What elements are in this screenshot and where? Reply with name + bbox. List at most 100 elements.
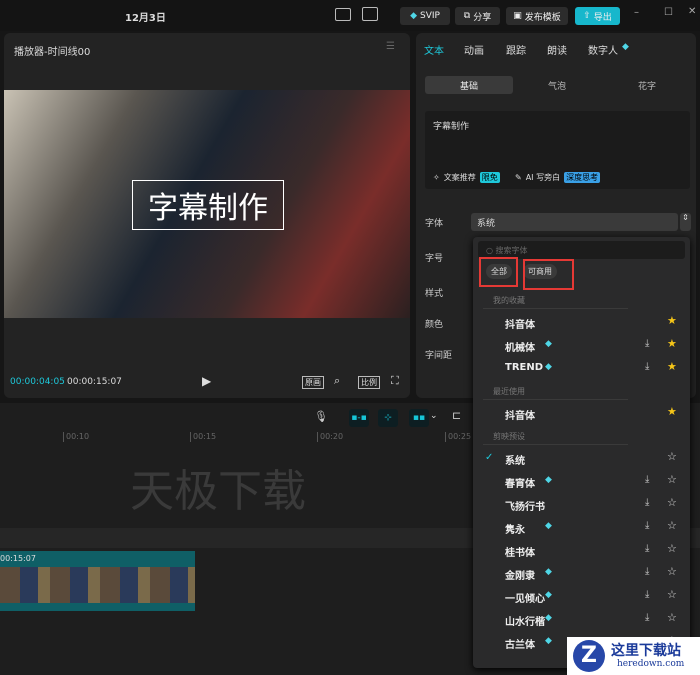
clip-duration: 00:15:07	[0, 554, 36, 563]
download-icon[interactable]: ⤓	[645, 520, 649, 531]
tick-label: 00:15	[190, 432, 216, 442]
share-button[interactable]: ⧉ 分享	[455, 7, 500, 25]
font-item[interactable]: 山水行楷 ◆ ⤓ ☆	[473, 610, 690, 630]
star-icon[interactable]: ☆	[667, 565, 677, 578]
video-preview[interactable]: 字幕制作	[4, 90, 410, 318]
export-button[interactable]: ⇧ 导出	[575, 7, 620, 25]
font-name: 古兰体	[505, 640, 535, 651]
title-bar: 12月3日 ◆ SVIP ⧉ 分享 ▣ 发布模板 ⇧ 导出 – ☐ ✕	[0, 0, 700, 31]
font-stepper-icon[interactable]: ⇕	[680, 213, 691, 231]
link-main-track-icon[interactable]: ▪-▪	[349, 409, 369, 427]
size-label: 字号	[425, 254, 444, 264]
ai-write-button[interactable]: ✎ AI 写旁白 深度思考	[515, 172, 601, 183]
tab-read-aloud[interactable]: 朗读	[547, 42, 567, 57]
video-clip[interactable]: 00:15:07	[0, 551, 195, 611]
star-filled-icon[interactable]: ★	[667, 405, 677, 418]
section-header[interactable]: 剪映预设	[493, 431, 525, 442]
subtab-basic[interactable]: 基础	[425, 76, 513, 94]
play-icon[interactable]: ▶	[202, 374, 211, 388]
download-icon[interactable]: ⤓	[645, 361, 649, 372]
ratio-button[interactable]: 比例	[358, 376, 380, 389]
pen-icon: ✎	[515, 173, 522, 182]
highlight-box	[479, 257, 518, 287]
text-input[interactable]: 字幕制作 ✧ 文案推荐 限免 ✎ AI 写旁白 深度思考	[425, 111, 690, 189]
download-icon[interactable]: ⤓	[645, 474, 649, 485]
section-header[interactable]: 最近使用	[493, 386, 525, 397]
star-filled-icon[interactable]: ★	[667, 314, 677, 327]
subtab-fancy-text[interactable]: 花字	[603, 76, 691, 94]
font-item[interactable]: 桂书体 ⤓ ☆	[473, 541, 690, 561]
chevron-down-icon[interactable]: ⌄	[430, 411, 438, 421]
font-item[interactable]: TREND ◆ ⤓ ★	[473, 359, 690, 379]
font-item[interactable]: 一见倾心 ◆ ⤓ ☆	[473, 587, 690, 607]
star-icon[interactable]: ☆	[667, 588, 677, 601]
font-select[interactable]: 系统	[471, 213, 678, 231]
font-name: 飞扬行书	[505, 502, 545, 513]
close-button[interactable]: ✕	[688, 6, 696, 17]
fullscreen-icon[interactable]: ⛶	[391, 374, 399, 388]
font-name: TREND	[505, 362, 544, 373]
copy-suggest-button[interactable]: ✧ 文案推荐 限免	[433, 172, 500, 183]
subtitle-layout-icon[interactable]	[335, 8, 351, 21]
export-icon: ⇧	[583, 11, 591, 21]
maximize-button[interactable]: ☐	[664, 7, 673, 18]
magnet-icon[interactable]: ⊹	[378, 409, 398, 427]
tab-digital-human[interactable]: 数字人	[588, 42, 618, 57]
logo-url: heredown.com	[617, 659, 685, 669]
link-icon[interactable]: ▪▪	[409, 409, 429, 427]
star-icon[interactable]: ☆	[667, 450, 677, 463]
download-icon[interactable]: ⤓	[645, 543, 649, 554]
star-filled-icon[interactable]: ★	[667, 337, 677, 350]
download-icon[interactable]: ⤓	[645, 497, 649, 508]
font-item[interactable]: ✓ 系统 ☆	[473, 449, 690, 469]
tab-tracking[interactable]: 跟踪	[506, 42, 526, 57]
font-item[interactable]: 机械体 ◆ ⤓ ★	[473, 336, 690, 356]
font-item[interactable]: 飞扬行书 ⤓ ☆	[473, 495, 690, 515]
highlight-box	[523, 259, 574, 290]
divider	[483, 308, 628, 309]
subtab-bubble[interactable]: 气泡	[513, 76, 601, 94]
star-filled-icon[interactable]: ★	[667, 360, 677, 373]
zoom-fit-icon[interactable]: ⌕	[334, 374, 340, 388]
publish-template-button[interactable]: ▣ 发布模板	[506, 7, 568, 25]
star-icon[interactable]: ☆	[667, 611, 677, 624]
font-item[interactable]: 抖音体 ★	[473, 313, 690, 333]
download-icon[interactable]: ⤓	[645, 612, 649, 623]
color-label: 颜色	[425, 320, 444, 330]
font-label: 字体	[425, 219, 444, 229]
diamond-icon: ◆	[545, 475, 552, 485]
download-icon[interactable]: ⤓	[645, 566, 649, 577]
font-item[interactable]: 春宵体 ◆ ⤓ ☆	[473, 472, 690, 492]
subtitle-text-box[interactable]: 字幕制作	[132, 180, 284, 230]
clip-thumbnails	[0, 567, 195, 603]
font-name: 抖音体	[505, 411, 535, 422]
tab-text[interactable]: 文本	[424, 42, 444, 57]
diamond-icon: ◆	[545, 636, 552, 646]
svip-button[interactable]: ◆ SVIP	[400, 7, 450, 25]
current-time: 00:00:04:05	[10, 377, 65, 387]
section-header[interactable]: 我的收藏	[493, 295, 525, 306]
diamond-icon: ◆	[545, 521, 552, 531]
original-quality-button[interactable]: 原画	[302, 376, 324, 389]
tick-label: 00:20	[317, 432, 343, 442]
split-preview-icon[interactable]: ⊏	[452, 409, 461, 422]
star-icon[interactable]: ☆	[667, 542, 677, 555]
download-icon[interactable]: ⤓	[645, 338, 649, 349]
tab-animation[interactable]: 动画	[464, 42, 484, 57]
download-icon[interactable]: ⤓	[645, 589, 649, 600]
spacing-label: 字间距	[425, 351, 453, 361]
font-item[interactable]: 隽永 ◆ ⤓ ☆	[473, 518, 690, 538]
check-icon: ✓	[485, 452, 494, 463]
layout-icon[interactable]	[362, 7, 378, 21]
font-item[interactable]: 金刚隶 ◆ ⤓ ☆	[473, 564, 690, 584]
star-icon[interactable]: ☆	[667, 496, 677, 509]
deep-think-badge: 深度思考	[564, 172, 601, 183]
font-item[interactable]: 抖音体 ★	[473, 404, 690, 424]
star-icon[interactable]: ☆	[667, 473, 677, 486]
microphone-icon[interactable]: 🎙	[314, 410, 328, 423]
menu-icon[interactable]: ☰	[386, 41, 395, 52]
star-icon[interactable]: ☆	[667, 519, 677, 532]
diamond-icon: ◆	[622, 42, 629, 52]
style-label: 样式	[425, 289, 444, 299]
minimize-button[interactable]: –	[634, 7, 639, 18]
